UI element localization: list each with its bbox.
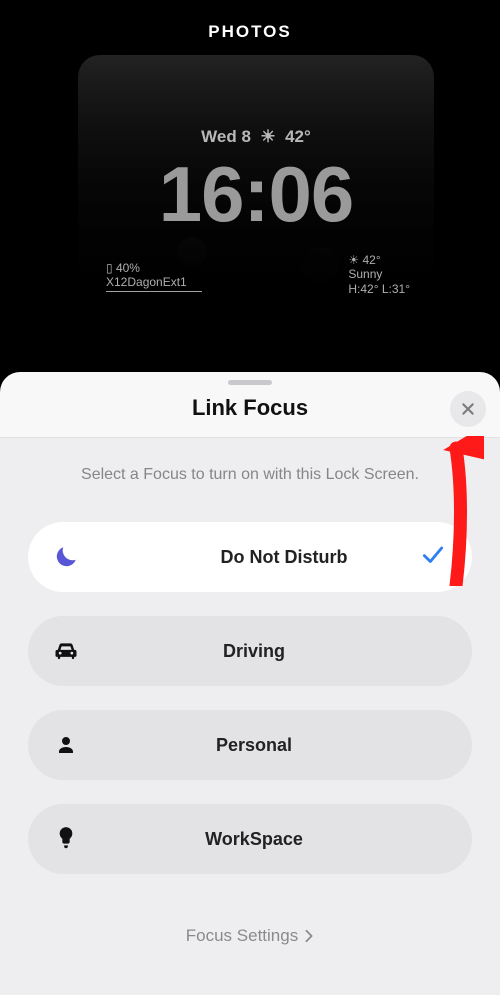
focus-label: Driving xyxy=(96,641,472,662)
lockscreen-date: Wed 8 xyxy=(201,127,251,146)
close-icon xyxy=(460,401,476,417)
weather-condition: Sunny xyxy=(348,267,410,281)
widget-underline xyxy=(106,291,202,292)
moon-icon xyxy=(36,544,96,570)
focus-item-personal[interactable]: Personal xyxy=(28,710,472,780)
chevron-right-icon xyxy=(304,929,314,943)
person-icon xyxy=(36,733,96,757)
lockscreen-time: 16:06 xyxy=(78,149,434,240)
lockscreen-temp: 42° xyxy=(285,127,311,146)
focus-item-driving[interactable]: Driving xyxy=(28,616,472,686)
wifi-name: X12DagonExt1 xyxy=(106,275,202,289)
link-focus-sheet: Link Focus Select a Focus to turn on wit… xyxy=(0,372,500,995)
battery-icon: ▯ xyxy=(106,261,113,275)
car-icon xyxy=(36,637,96,665)
lightbulb-icon xyxy=(36,825,96,853)
sheet-header: Link Focus xyxy=(0,385,500,438)
checkmark-icon xyxy=(420,542,446,573)
sheet-subtitle: Select a Focus to turn on with this Lock… xyxy=(81,466,419,484)
weather-hi-lo: H:42° L:31° xyxy=(348,282,410,296)
weather-widget: ☀︎ 42° Sunny H:42° L:31° xyxy=(348,253,410,296)
sun-icon: ☀︎ xyxy=(260,127,275,146)
lockscreen-date-row: Wed 8 ☀︎ 42° xyxy=(78,127,434,147)
focus-settings-label: Focus Settings xyxy=(186,926,298,946)
focus-settings-link[interactable]: Focus Settings xyxy=(186,926,314,946)
sheet-title: Link Focus xyxy=(0,395,500,421)
focus-label: Personal xyxy=(96,735,472,756)
close-button[interactable] xyxy=(450,391,486,427)
battery-wifi-widget: ▯ 40% X12DagonExt1 xyxy=(106,261,202,292)
sheet-body: Select a Focus to turn on with this Lock… xyxy=(0,438,500,995)
focus-item-do-not-disturb[interactable]: Do Not Disturb xyxy=(28,522,472,592)
battery-pct: 40% xyxy=(116,261,140,275)
sun-icon: ☀︎ xyxy=(348,253,359,267)
focus-label: WorkSpace xyxy=(96,829,472,850)
wallpaper-card-current[interactable]: Wed 8 ☀︎ 42° 16:06 ▯ 40% X12DagonExt1 ☀︎… xyxy=(78,55,434,395)
focus-label: Do Not Disturb xyxy=(96,547,472,568)
focus-item-workspace[interactable]: WorkSpace xyxy=(28,804,472,874)
gallery-title: PHOTOS xyxy=(0,22,500,42)
weather-temp: 42° xyxy=(362,253,380,267)
wallpaper-carousel[interactable]: Wed 8 ☀︎ 42° 16:06 ▯ 40% X12DagonExt1 ☀︎… xyxy=(0,55,500,395)
